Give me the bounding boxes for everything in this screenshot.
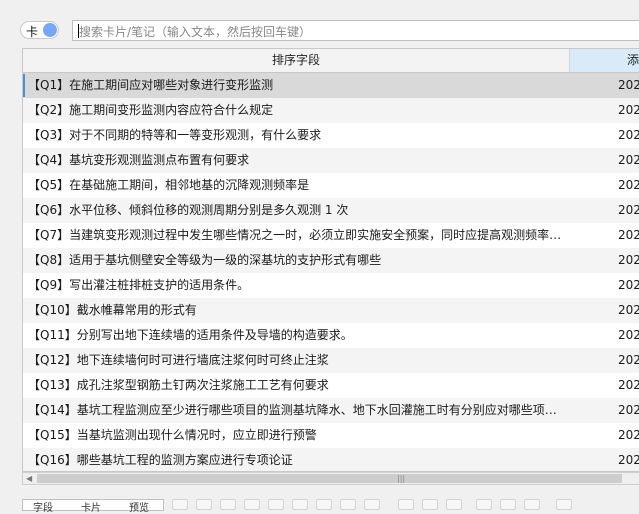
row-date: 2024 — [618, 228, 639, 242]
row-date: 2024 — [618, 303, 639, 317]
row-question: 【Q12】地下连续墙何时可进行墙底注浆何时可终止注浆 — [28, 353, 329, 367]
card-table[interactable]: 排序字段 添 【Q1】在施工期间应对哪些对象进行变形监测2024【Q2】施工期间… — [22, 48, 639, 472]
table-row[interactable]: 【Q2】施工期间变形监测内容应符合什么规定 2024 — [23, 98, 639, 123]
tab-fields[interactable]: 字段 — [33, 499, 53, 514]
table-row[interactable]: 【Q10】截水帷幕常用的形式有 2024 — [23, 298, 639, 323]
table-row[interactable]: 【Q13】成孔注浆型钢筋土钉两次注浆施工工艺有何要求 2024 — [23, 373, 639, 398]
row-question: 【Q8】适用于基坑侧壁安全等级为一级的深基坑的支护形式有哪些 — [28, 253, 382, 267]
math-button[interactable] — [524, 499, 540, 510]
table-row[interactable]: 【Q16】哪些基坑工程的监测方案应进行专项论证 2024 — [23, 448, 639, 471]
tab-preview[interactable]: 预览 — [129, 499, 149, 514]
horizontal-scrollbar[interactable]: ◀ ||| — [22, 472, 639, 485]
highlight-button[interactable] — [422, 499, 438, 510]
list-button[interactable] — [340, 499, 356, 510]
table-row[interactable]: 【Q14】基坑工程监测应至少进行哪些项目的监测基坑降水、地下水回灌施工时有分别应… — [23, 398, 639, 423]
row-question: 【Q1】在施工期间应对哪些对象进行变形监测 — [28, 78, 274, 92]
top-bar: 卡 搜索卡片/笔记（输入文本，然后按回车键） — [0, 0, 639, 44]
italic-button[interactable] — [220, 499, 236, 510]
row-question: 【Q9】写出灌注桩排桩支护的适用条件。 — [28, 278, 250, 292]
row-date: 2024 — [618, 253, 639, 267]
editor-tabs: 字段 卡片 预览 — [22, 499, 164, 514]
row-date: 2024 — [618, 178, 639, 192]
text-color-button[interactable] — [398, 499, 414, 510]
table-row[interactable]: 【Q9】写出灌注桩排桩支护的适用条件。 2024 — [23, 273, 639, 298]
scrollbar-thumb[interactable]: ||| — [37, 474, 622, 483]
cards-notes-toggle[interactable]: 卡 — [20, 21, 59, 39]
format-dropdown-button[interactable] — [446, 499, 462, 510]
row-question: 【Q7】当建筑变形观测过程中发生哪些情况之一时，必须立即实施安全预案，同时应提高… — [28, 228, 562, 242]
clear-format-button[interactable] — [316, 499, 332, 510]
record-button[interactable] — [500, 499, 516, 510]
toggle-knob — [43, 23, 57, 37]
toolbar-button[interactable] — [172, 499, 188, 510]
row-date: 2024 — [618, 428, 639, 442]
table-row[interactable]: 【Q5】在基础施工期间，相邻地基的沉降观测频率是 2024 — [23, 173, 639, 198]
row-question: 【Q2】施工期间变形监测内容应符合什么规定 — [28, 103, 274, 117]
table-row[interactable]: 【Q3】对于不同期的特等和一等变形观测，有什么要求 2024 — [23, 123, 639, 148]
search-input[interactable]: 搜索卡片/笔记（输入文本，然后按回车键） — [72, 20, 639, 41]
superscript-button[interactable] — [268, 499, 284, 510]
row-date: 2024 — [618, 78, 639, 92]
row-question: 【Q13】成孔注浆型钢筋土钉两次注浆施工工艺有何要求 — [28, 378, 329, 392]
scrollbar-grip-icon: ||| — [397, 474, 406, 483]
row-date: 2024 — [618, 403, 639, 417]
bold-button[interactable] — [196, 499, 212, 510]
row-date: 2024 — [618, 278, 639, 292]
row-question: 【Q16】哪些基坑工程的监测方案应进行专项论证 — [28, 453, 293, 467]
table-row[interactable]: 【Q12】地下连续墙何时可进行墙底注浆何时可终止注浆 2024 — [23, 348, 639, 373]
row-date: 2024 — [618, 103, 639, 117]
table-row[interactable]: 【Q1】在施工期间应对哪些对象进行变形监测 2024 — [23, 73, 639, 98]
row-date: 2024 — [618, 128, 639, 142]
tab-card[interactable]: 卡片 — [81, 499, 101, 514]
row-question: 【Q15】当基坑监测出现什么情况时，应立即进行预警 — [28, 428, 317, 442]
scroll-left-arrow-icon[interactable]: ◀ — [26, 474, 32, 483]
editor-toolbar: 字段 卡片 预览 — [0, 494, 639, 514]
column-header-sort-field[interactable]: 排序字段 — [23, 49, 570, 72]
row-question: 【Q14】基坑工程监测应至少进行哪些项目的监测基坑降水、地下水回灌施工时有分别应… — [28, 403, 557, 417]
row-date: 2024 — [618, 153, 639, 167]
subscript-button[interactable] — [292, 499, 308, 510]
column-header-added[interactable]: 添 — [570, 49, 639, 72]
table-row[interactable]: 【Q15】当基坑监测出现什么情况时，应立即进行预警 2024 — [23, 423, 639, 448]
row-focus-indicator — [23, 74, 25, 97]
row-question: 【Q5】在基础施工期间，相邻地基的沉降观测频率是 — [28, 178, 310, 192]
row-date: 2024 — [618, 203, 639, 217]
attach-button[interactable] — [476, 499, 492, 510]
row-question: 【Q10】截水帷幕常用的形式有 — [28, 303, 197, 317]
table-row[interactable]: 【Q7】当建筑变形观测过程中发生哪些情况之一时，必须立即实施安全预案，同时应提高… — [23, 223, 639, 248]
table-row[interactable]: 【Q6】水平位移、倾斜位移的观测周期分别是多久观测 1 次 2024 — [23, 198, 639, 223]
text-caret — [78, 24, 79, 38]
row-question: 【Q4】基坑变形观测监测点布置有何要求 — [28, 153, 250, 167]
row-date: 2024 — [618, 328, 639, 342]
table-row[interactable]: 【Q11】分别写出地下连续墙的适用条件及导墙的构造要求。 2024 — [23, 323, 639, 348]
toggle-label: 卡 — [26, 25, 39, 39]
search-placeholder: 搜索卡片/笔记（输入文本，然后按回车键） — [79, 25, 312, 39]
row-question: 【Q3】对于不同期的特等和一等变形观测，有什么要求 — [28, 128, 322, 142]
row-question: 【Q6】水平位移、倾斜位移的观测周期分别是多久观测 1 次 — [28, 203, 349, 217]
indent-button[interactable] — [364, 499, 380, 510]
row-date: 2024 — [618, 453, 639, 467]
row-date: 2024 — [618, 378, 639, 392]
table-row[interactable]: 【Q8】适用于基坑侧壁安全等级为一级的深基坑的支护形式有哪些 2024 — [23, 248, 639, 273]
row-question: 【Q11】分别写出地下连续墙的适用条件及导墙的构造要求。 — [28, 328, 353, 342]
table-row[interactable]: 【Q4】基坑变形观测监测点布置有何要求 2024 — [23, 148, 639, 173]
underline-button[interactable] — [244, 499, 260, 510]
row-date: 2024 — [618, 353, 639, 367]
html-editor-button[interactable] — [556, 499, 572, 510]
table-header: 排序字段 添 — [23, 49, 639, 73]
